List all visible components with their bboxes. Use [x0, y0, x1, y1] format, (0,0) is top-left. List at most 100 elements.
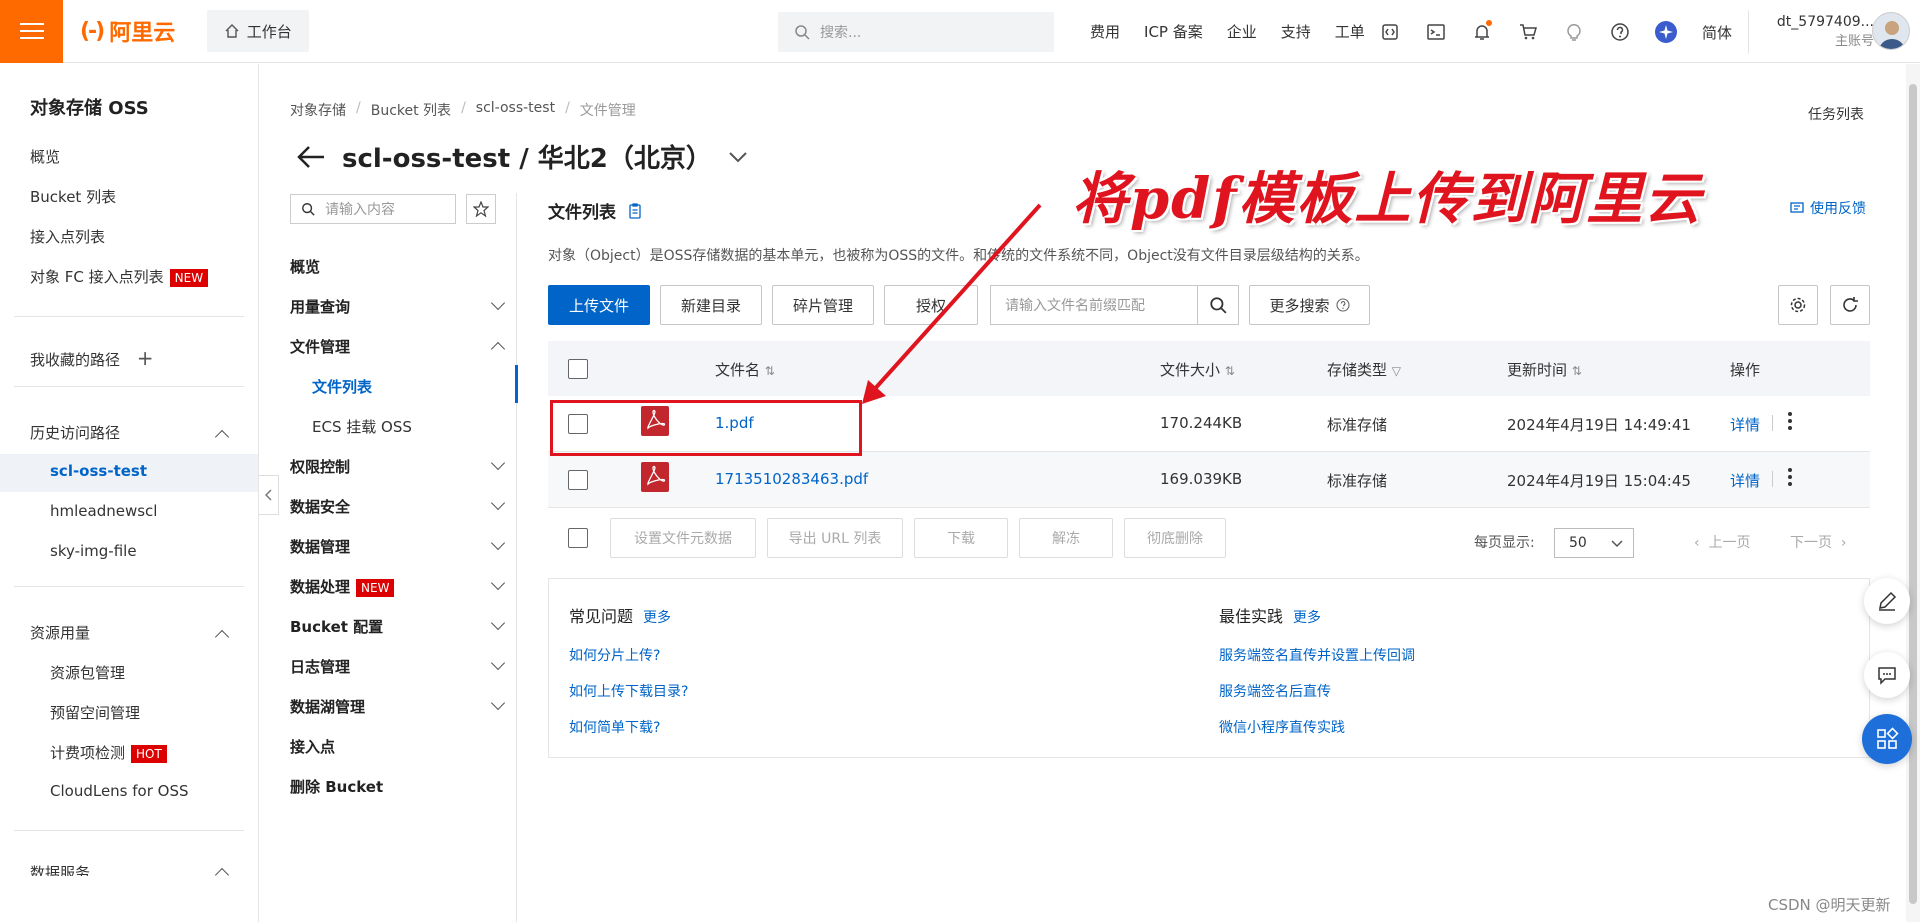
plus-icon[interactable]: +: [137, 346, 154, 370]
nav-item-data-mgmt[interactable]: 数据管理: [290, 536, 350, 557]
resource-item-packages[interactable]: 资源包管理: [50, 662, 125, 683]
sort-icon[interactable]: ⇅: [1572, 364, 1582, 378]
file-prefix-search-input[interactable]: 请输入文件名前缀匹配: [990, 285, 1198, 325]
chevron-down-icon[interactable]: [490, 455, 506, 471]
terminal-icon[interactable]: [1424, 20, 1448, 44]
resource-item-cloudlens[interactable]: CloudLens for OSS: [50, 782, 189, 800]
restore-button[interactable]: 解冻: [1019, 518, 1113, 558]
column-filesize[interactable]: 文件大小 ⇅: [1160, 359, 1235, 380]
download-button[interactable]: 下载: [914, 518, 1008, 558]
edit-float-button[interactable]: [1864, 578, 1910, 624]
bell-icon[interactable]: [1470, 19, 1494, 44]
chevron-up-icon[interactable]: [214, 429, 230, 445]
sort-icon[interactable]: ⇅: [765, 364, 775, 378]
nav-item-access-point[interactable]: 接入点: [290, 736, 335, 757]
clipboard-icon[interactable]: [628, 202, 642, 219]
chevron-down-icon[interactable]: [490, 495, 506, 511]
faq-link-simple-download[interactable]: 如何简单下载?: [569, 717, 660, 737]
best-link-miniprogram[interactable]: 微信小程序直传实践: [1219, 717, 1345, 737]
prev-page-button[interactable]: ‹ 上一页: [1694, 532, 1751, 552]
more-actions-icon[interactable]: [1788, 412, 1792, 430]
menu-icon[interactable]: [0, 0, 63, 63]
nav-item-data-lake[interactable]: 数据湖管理: [290, 696, 365, 717]
sidebar-item-access-points[interactable]: 接入点列表: [30, 226, 105, 247]
breadcrumb-oss[interactable]: 对象存储: [290, 100, 346, 120]
code-icon[interactable]: [1378, 20, 1402, 44]
ai-assistant-icon[interactable]: [1654, 20, 1678, 44]
apps-float-button[interactable]: [1862, 714, 1912, 764]
upload-file-button[interactable]: 上传文件: [548, 285, 650, 325]
fragments-button[interactable]: 碎片管理: [772, 285, 874, 325]
history-item-sky-img-file[interactable]: sky-img-file: [50, 542, 137, 560]
help-icon[interactable]: [1608, 20, 1632, 44]
nav-item-delete-bucket[interactable]: 删除 Bucket: [290, 776, 383, 797]
next-page-button[interactable]: 下一页 ›: [1790, 532, 1847, 552]
nav-item-file-list[interactable]: 文件列表: [312, 376, 372, 397]
best-link-callback[interactable]: 服务端签名直传并设置上传回调: [1219, 645, 1415, 665]
language-switch[interactable]: 简体: [1702, 22, 1732, 43]
nav-item-data-security[interactable]: 数据安全: [290, 496, 350, 517]
refresh-button[interactable]: [1830, 285, 1870, 325]
history-item-hmleadnewscl[interactable]: hmleadnewscl: [50, 502, 157, 520]
best-link-signed-upload[interactable]: 服务端签名后直传: [1219, 681, 1331, 701]
resource-item-reserved[interactable]: 预留空间管理: [50, 702, 140, 723]
nav-item-ecs-mount[interactable]: ECS 挂载 OSS: [312, 416, 412, 437]
lightbulb-icon[interactable]: [1562, 20, 1586, 44]
more-search-button[interactable]: 更多搜索: [1249, 285, 1370, 325]
file-name-link[interactable]: 1713510283463.pdf: [715, 470, 868, 488]
global-search-input[interactable]: 搜索...: [778, 12, 1054, 52]
faq-more-link[interactable]: 更多: [643, 610, 671, 626]
history-item-scl-oss-test[interactable]: scl-oss-test: [50, 462, 147, 480]
nav-item-file-mgmt[interactable]: 文件管理: [290, 336, 350, 357]
resource-item-billing-check[interactable]: 计费项检测 HOT: [50, 742, 167, 763]
more-actions-icon[interactable]: [1788, 468, 1792, 486]
user-menu[interactable]: dt_5797409... 主账号: [1760, 12, 1874, 52]
filter-icon[interactable]: ▽: [1392, 364, 1401, 378]
chevron-down-icon[interactable]: [490, 535, 506, 551]
chevron-down-icon[interactable]: [490, 575, 506, 591]
nav-item-usage[interactable]: 用量查询: [290, 296, 350, 317]
chat-float-button[interactable]: [1864, 652, 1910, 698]
authorize-button[interactable]: 授权: [884, 285, 978, 325]
chevron-down-icon[interactable]: [490, 655, 506, 671]
link-icp[interactable]: ICP 备案: [1132, 21, 1215, 42]
link-ticket[interactable]: 工单: [1323, 21, 1377, 42]
row-checkbox[interactable]: [568, 470, 588, 490]
details-link[interactable]: 详情: [1730, 414, 1760, 435]
nav-item-logs[interactable]: 日志管理: [290, 656, 350, 677]
sort-icon[interactable]: ⇅: [1225, 364, 1235, 378]
sidebar-favorites[interactable]: 我收藏的路径 +: [30, 346, 154, 370]
feedback-link[interactable]: 使用反馈: [1790, 198, 1866, 218]
breadcrumb-bucket-list[interactable]: Bucket 列表: [371, 100, 451, 120]
chevron-down-icon[interactable]: [728, 151, 748, 163]
link-support[interactable]: 支持: [1269, 21, 1323, 42]
task-list-link[interactable]: 任务列表: [1808, 104, 1864, 124]
chevron-up-icon[interactable]: [490, 341, 506, 357]
per-page-select[interactable]: 50: [1554, 528, 1634, 558]
data-service-section-title[interactable]: 数据服务: [30, 862, 90, 876]
chevron-down-icon[interactable]: [490, 615, 506, 631]
sidebar-item-bucket-list[interactable]: Bucket 列表: [30, 186, 116, 207]
file-search-button[interactable]: [1197, 285, 1239, 325]
settings-button[interactable]: [1778, 285, 1818, 325]
column-updated[interactable]: 更新时间 ⇅: [1507, 359, 1582, 380]
avatar[interactable]: [1872, 12, 1910, 50]
link-enterprise[interactable]: 企业: [1215, 21, 1269, 42]
back-arrow-icon[interactable]: [296, 144, 326, 170]
nav-item-overview[interactable]: 概览: [290, 256, 320, 277]
scrollbar-thumb[interactable]: [1909, 84, 1917, 904]
nav-search-input[interactable]: 请输入内容: [290, 194, 456, 224]
sidebar-collapse-button[interactable]: [259, 475, 279, 515]
bulk-select-checkbox[interactable]: [568, 528, 588, 548]
column-storage-type[interactable]: 存储类型 ▽: [1327, 359, 1401, 380]
export-url-button[interactable]: 导出 URL 列表: [767, 518, 903, 558]
new-folder-button[interactable]: 新建目录: [660, 285, 762, 325]
best-practice-more-link[interactable]: 更多: [1293, 610, 1321, 626]
chevron-down-icon[interactable]: [490, 295, 506, 311]
breadcrumb-bucket[interactable]: scl-oss-test: [476, 100, 555, 120]
column-filename[interactable]: 文件名 ⇅: [715, 359, 775, 380]
sidebar-item-overview[interactable]: 概览: [30, 146, 60, 167]
nav-item-permissions[interactable]: 权限控制: [290, 456, 350, 477]
favorite-star-button[interactable]: [466, 194, 496, 224]
resource-section-title[interactable]: 资源用量: [30, 622, 90, 643]
